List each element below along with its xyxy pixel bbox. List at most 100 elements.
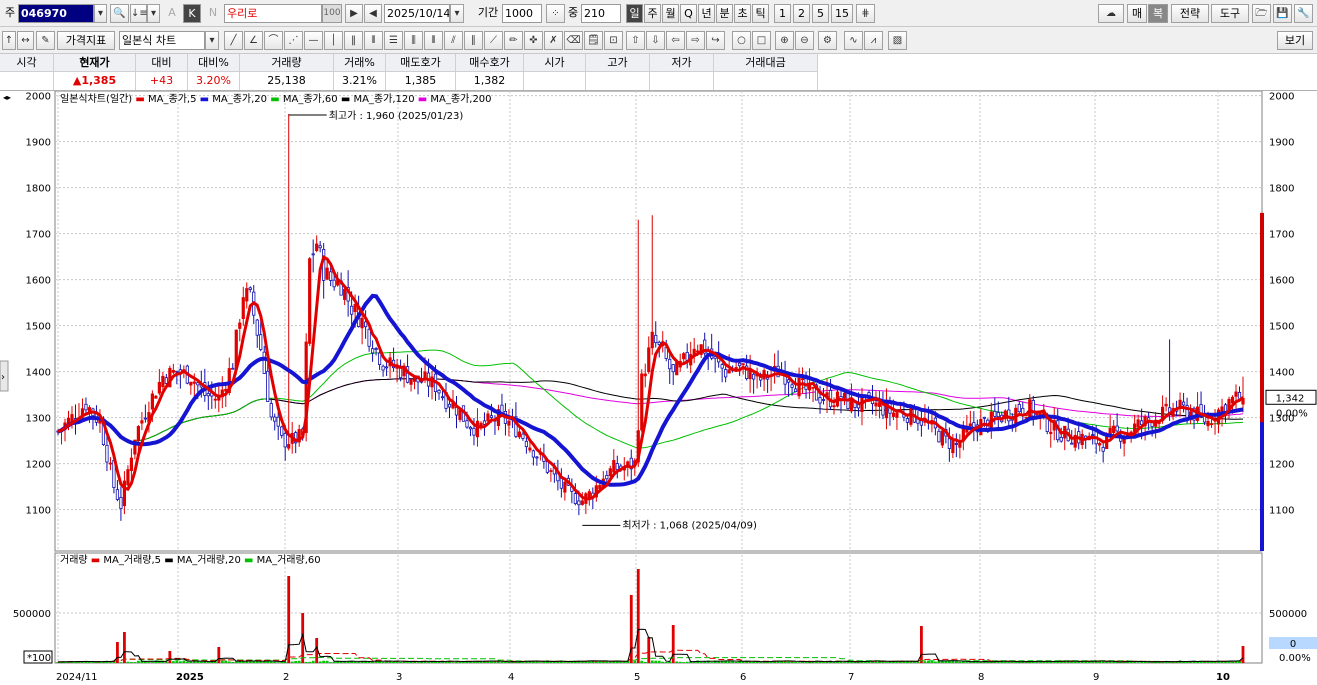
- timeframe-year[interactable]: 년: [698, 4, 715, 23]
- candle-body: [486, 413, 490, 422]
- a-button[interactable]: A: [163, 4, 181, 23]
- bar-lines-icon[interactable]: ⫴: [424, 31, 443, 50]
- timeframe-1[interactable]: 1: [774, 4, 791, 23]
- period-input[interactable]: 1000: [502, 4, 542, 23]
- timeframe-15[interactable]: 15: [831, 4, 853, 23]
- scroll-up-icon[interactable]: ⇧: [626, 31, 645, 50]
- volume-bar: [657, 660, 661, 663]
- count-input[interactable]: 210: [581, 4, 621, 23]
- candle-body: [947, 438, 951, 449]
- settings-gear-icon[interactable]: ⚙: [818, 31, 837, 50]
- volume-bar: [437, 662, 441, 663]
- image-icon[interactable]: ▧: [888, 31, 907, 50]
- volume-bar: [989, 662, 993, 663]
- quote-value-change-pct: 3.20%: [188, 72, 240, 90]
- candle-body: [447, 403, 452, 408]
- volume-bar: [538, 662, 542, 663]
- crosshair-icon[interactable]: ✜: [524, 31, 543, 50]
- eraser-icon[interactable]: ⌫: [564, 31, 583, 50]
- next-arrow-icon[interactable]: ▶: [345, 4, 363, 23]
- search-icon[interactable]: 🔍: [110, 4, 129, 23]
- angle-line-icon[interactable]: ∠: [244, 31, 263, 50]
- expand-horizontal-icon[interactable]: ↔: [17, 31, 34, 50]
- timeframe-tick[interactable]: 틱: [752, 4, 769, 23]
- zoom-out-icon[interactable]: ⊖: [795, 31, 814, 50]
- sort-dropdown-icon[interactable]: ▾: [147, 4, 160, 23]
- sort-icon[interactable]: ↓≡: [130, 4, 148, 23]
- pencil-icon[interactable]: ✏: [504, 31, 523, 50]
- candle-body: [734, 367, 738, 370]
- volume-bar: [175, 660, 179, 663]
- date-dropdown-icon[interactable]: ▾: [450, 4, 464, 23]
- note-icon[interactable]: 🗒: [584, 31, 603, 50]
- date-input[interactable]: 2025/10/14: [384, 4, 450, 23]
- timeframe-month[interactable]: 월: [662, 4, 679, 23]
- circle-icon[interactable]: ○: [732, 31, 751, 50]
- scroll-down-icon[interactable]: ⇩: [646, 31, 665, 50]
- rectangle-icon[interactable]: □: [752, 31, 771, 50]
- tools-button[interactable]: 도구: [1211, 4, 1249, 23]
- horizontal-line-icon[interactable]: —: [304, 31, 323, 50]
- candle-body: [993, 410, 997, 417]
- chart-type-select[interactable]: 일본식 차트: [119, 31, 205, 50]
- k-button[interactable]: K: [183, 4, 201, 23]
- trade-button[interactable]: 매: [1127, 4, 1147, 23]
- volume-bar: [699, 662, 703, 663]
- timeframe-5[interactable]: 5: [812, 4, 829, 23]
- x-tick-label: 2024/11: [56, 672, 98, 683]
- candle-body: [891, 412, 896, 417]
- zoom-in-icon[interactable]: ⊕: [775, 31, 794, 50]
- volume-bar: [650, 660, 654, 663]
- view-button[interactable]: 보기: [1277, 31, 1313, 50]
- scroll-left-icon[interactable]: ⇦: [666, 31, 685, 50]
- cycle-lines-icon[interactable]: ⦀: [364, 31, 383, 50]
- zigzag-icon[interactable]: ⩘: [864, 31, 883, 50]
- copy-button[interactable]: 복: [1148, 4, 1168, 23]
- timeframe-week[interactable]: 주: [644, 4, 661, 23]
- parallel-icon[interactable]: ∥: [464, 31, 483, 50]
- fibo-time-icon[interactable]: ⫼: [404, 31, 423, 50]
- channel-icon[interactable]: ⫽: [444, 31, 463, 50]
- fan-line-icon[interactable]: ⋰: [284, 31, 303, 50]
- stock-name-field[interactable]: 우리로: [224, 4, 322, 23]
- vertical-line-icon[interactable]: │: [324, 31, 343, 50]
- edit-icon[interactable]: ✎: [36, 31, 55, 50]
- up-arrow-icon[interactable]: ↑: [2, 31, 16, 50]
- x-tick-label: 3: [396, 672, 402, 683]
- volume-bar: [640, 660, 644, 663]
- wave-icon[interactable]: ∿: [844, 31, 863, 50]
- timeframe-minute[interactable]: 분: [716, 4, 733, 23]
- code-dropdown-icon[interactable]: ▾: [94, 4, 107, 23]
- n-button[interactable]: N: [204, 4, 222, 23]
- speed-line-icon[interactable]: ⟋: [484, 31, 503, 50]
- wrench-icon[interactable]: 🔧: [1294, 4, 1313, 23]
- indicator-button[interactable]: 가격지표: [57, 31, 115, 50]
- timeframe-2[interactable]: 2: [793, 4, 810, 23]
- jump-icon[interactable]: ↪: [706, 31, 725, 50]
- arc-icon[interactable]: ⌒: [264, 31, 283, 50]
- stock-code-input[interactable]: 046970: [18, 4, 94, 23]
- multi-vertical-icon[interactable]: ‖: [344, 31, 363, 50]
- chart-type-dropdown-icon[interactable]: ▾: [205, 31, 219, 50]
- link-icon[interactable]: ⁘: [546, 4, 565, 23]
- cloud-icon[interactable]: ☁: [1098, 4, 1124, 23]
- save-icon[interactable]: 💾: [1273, 4, 1292, 23]
- delete-line-icon[interactable]: ✗: [544, 31, 563, 50]
- volume-bar: [1210, 661, 1213, 663]
- strategy-button[interactable]: 전략: [1171, 4, 1209, 23]
- interval-settings-icon[interactable]: ⋕: [856, 4, 875, 23]
- volume-last-label: 0: [1290, 639, 1296, 650]
- grid-lines-icon[interactable]: ☰: [384, 31, 403, 50]
- timeframe-quarter[interactable]: Q: [680, 4, 697, 23]
- scroll-right-icon[interactable]: ⇨: [686, 31, 705, 50]
- stock-chart[interactable]: ›◂▸1100 11001200 12001300 13001400 14001500 1…: [0, 91, 1317, 685]
- trendline-icon[interactable]: ╱: [224, 31, 243, 50]
- zoom-box-icon[interactable]: ⊡: [604, 31, 623, 50]
- candle-body: [1234, 391, 1238, 397]
- timeframe-day[interactable]: 일: [626, 4, 643, 23]
- timeframe-second[interactable]: 초: [734, 4, 751, 23]
- volume-bar: [353, 661, 357, 663]
- folder-icon[interactable]: 🗁: [1252, 4, 1271, 23]
- prev-arrow-icon[interactable]: ◀: [364, 4, 382, 23]
- candle-body: [951, 440, 955, 454]
